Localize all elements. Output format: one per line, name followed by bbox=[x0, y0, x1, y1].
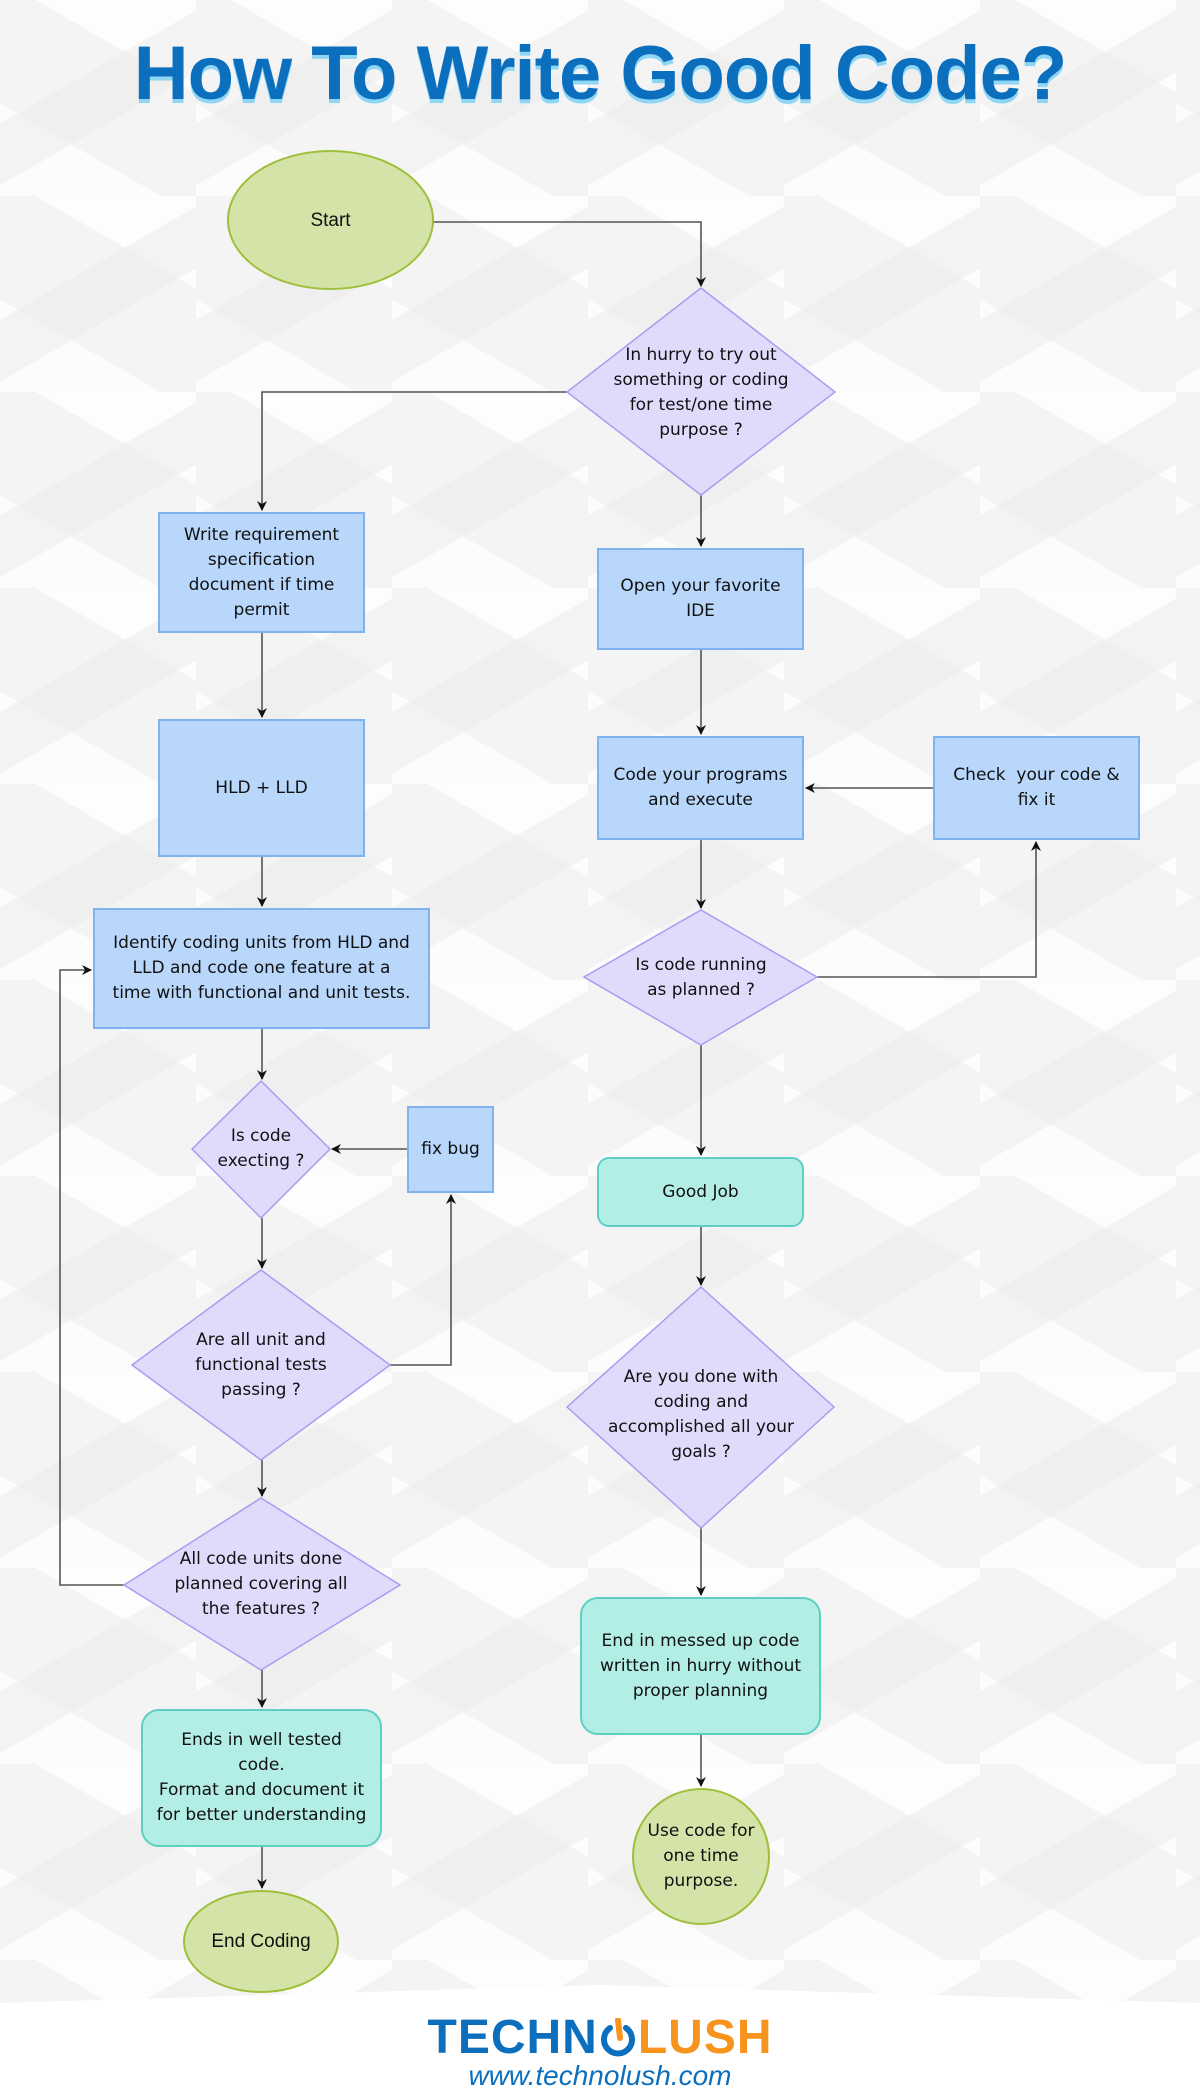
decision-line: Are you done with bbox=[623, 1367, 779, 1387]
messed-up-node: End in messed up code written in hurry w… bbox=[580, 1597, 821, 1735]
node-label: Ends in well tested bbox=[181, 1730, 342, 1750]
identify-units-node: Identify coding units from HLD and LLD a… bbox=[93, 908, 430, 1029]
decision-line: purpose ? bbox=[659, 420, 743, 440]
decision-line: Are all unit and bbox=[196, 1330, 326, 1350]
decision-line: Is code bbox=[230, 1126, 292, 1146]
open-ide-node: Open your favorite IDE bbox=[597, 548, 804, 650]
end-coding-node: End Coding bbox=[183, 1890, 339, 1993]
fix-bug-node: fix bug bbox=[407, 1106, 494, 1193]
decision-line: as planned ? bbox=[647, 980, 755, 1000]
decision-line: All code units done bbox=[179, 1549, 343, 1569]
decision-line: planned covering all bbox=[174, 1574, 348, 1594]
decision-line: In hurry to try out bbox=[625, 345, 777, 365]
node-label: Use code for bbox=[647, 1821, 755, 1841]
node-label: code. bbox=[238, 1755, 285, 1775]
node-label: Check your code & bbox=[953, 765, 1120, 785]
node-label: Start bbox=[310, 209, 351, 231]
decision-line: coding and bbox=[653, 1392, 749, 1412]
decision-line: execting ? bbox=[217, 1151, 305, 1171]
decision-hurry: In hurry to try out something or coding … bbox=[580, 343, 822, 443]
decision-line: something or coding bbox=[613, 370, 789, 390]
node-label: document if time bbox=[188, 574, 335, 595]
decision-line: for test/one time bbox=[629, 395, 773, 415]
technolush-logo[interactable]: TECHN LUSH bbox=[0, 2010, 1200, 2065]
edge-tests-to-fixbug bbox=[390, 1194, 456, 1366]
good-job-node: Good Job bbox=[597, 1157, 804, 1227]
node-label: written in hurry without bbox=[599, 1655, 802, 1676]
decision-goals: Are you done with coding and accomplishe… bbox=[580, 1365, 822, 1465]
edge-hurry-to-requirements bbox=[257, 391, 567, 511]
node-label: specification bbox=[207, 549, 316, 570]
node-label: time with functional and unit tests. bbox=[112, 983, 411, 1003]
node-label: LLD and code one feature at a bbox=[132, 958, 391, 978]
node-label: for better understanding bbox=[156, 1805, 367, 1825]
decision-running: Is code running as planned ? bbox=[594, 953, 808, 1003]
start-node: Start bbox=[227, 150, 434, 290]
decision-tests-passing: Are all unit and functional tests passin… bbox=[142, 1328, 380, 1403]
node-label: Identify coding units from HLD and bbox=[113, 933, 410, 953]
node-label: purpose. bbox=[663, 1871, 739, 1891]
logo-text-left: TECHN bbox=[427, 2011, 598, 2064]
edge-allunits-to-identify bbox=[59, 965, 124, 1586]
decision-all-units: All code units done planned covering all… bbox=[134, 1547, 388, 1622]
node-label: and execute bbox=[648, 790, 753, 810]
decision-line: the features ? bbox=[202, 1599, 320, 1619]
use-one-time-node: Use code for one time purpose. bbox=[632, 1788, 770, 1925]
decision-line: functional tests bbox=[195, 1355, 327, 1375]
hld-lld-node: HLD + LLD bbox=[158, 719, 365, 857]
node-label: fix bug bbox=[421, 1139, 480, 1159]
node-label: fix it bbox=[1017, 790, 1056, 810]
check-code-node: Check your code & fix it bbox=[933, 736, 1140, 840]
power-icon bbox=[600, 2018, 635, 2057]
node-label: Good Job bbox=[662, 1181, 739, 1202]
node-label: Write requirement bbox=[183, 524, 340, 545]
node-label: Format and document it bbox=[158, 1780, 365, 1800]
edge-running-to-check bbox=[817, 841, 1041, 978]
node-label: HLD + LLD bbox=[215, 777, 308, 798]
decision-line: accomplished all your bbox=[607, 1417, 795, 1437]
decision-line: Is code running bbox=[635, 955, 767, 975]
node-label: End in messed up code bbox=[601, 1630, 800, 1651]
decision-line: passing ? bbox=[221, 1380, 301, 1400]
node-label: one time bbox=[663, 1846, 739, 1866]
write-requirements-node: Write requirement specification document… bbox=[158, 512, 365, 633]
edge-start-to-hurry bbox=[434, 221, 706, 287]
node-label: End Coding bbox=[211, 1931, 311, 1952]
node-label: proper planning bbox=[632, 1680, 769, 1701]
website-link[interactable]: www.technolush.com bbox=[0, 2060, 1200, 2092]
code-programs-node: Code your programs and execute bbox=[597, 736, 804, 840]
node-label: Open your favorite bbox=[620, 576, 781, 596]
logo-text-right: LUSH bbox=[637, 2011, 773, 2064]
node-label: permit bbox=[233, 599, 290, 620]
decision-code-executing: Is code execting ? bbox=[192, 1124, 330, 1174]
node-label: IDE bbox=[686, 601, 715, 621]
decision-line: goals ? bbox=[671, 1442, 731, 1462]
well-tested-node: Ends in well tested code. Format and doc… bbox=[141, 1709, 382, 1847]
node-label: Code your programs bbox=[613, 765, 788, 785]
